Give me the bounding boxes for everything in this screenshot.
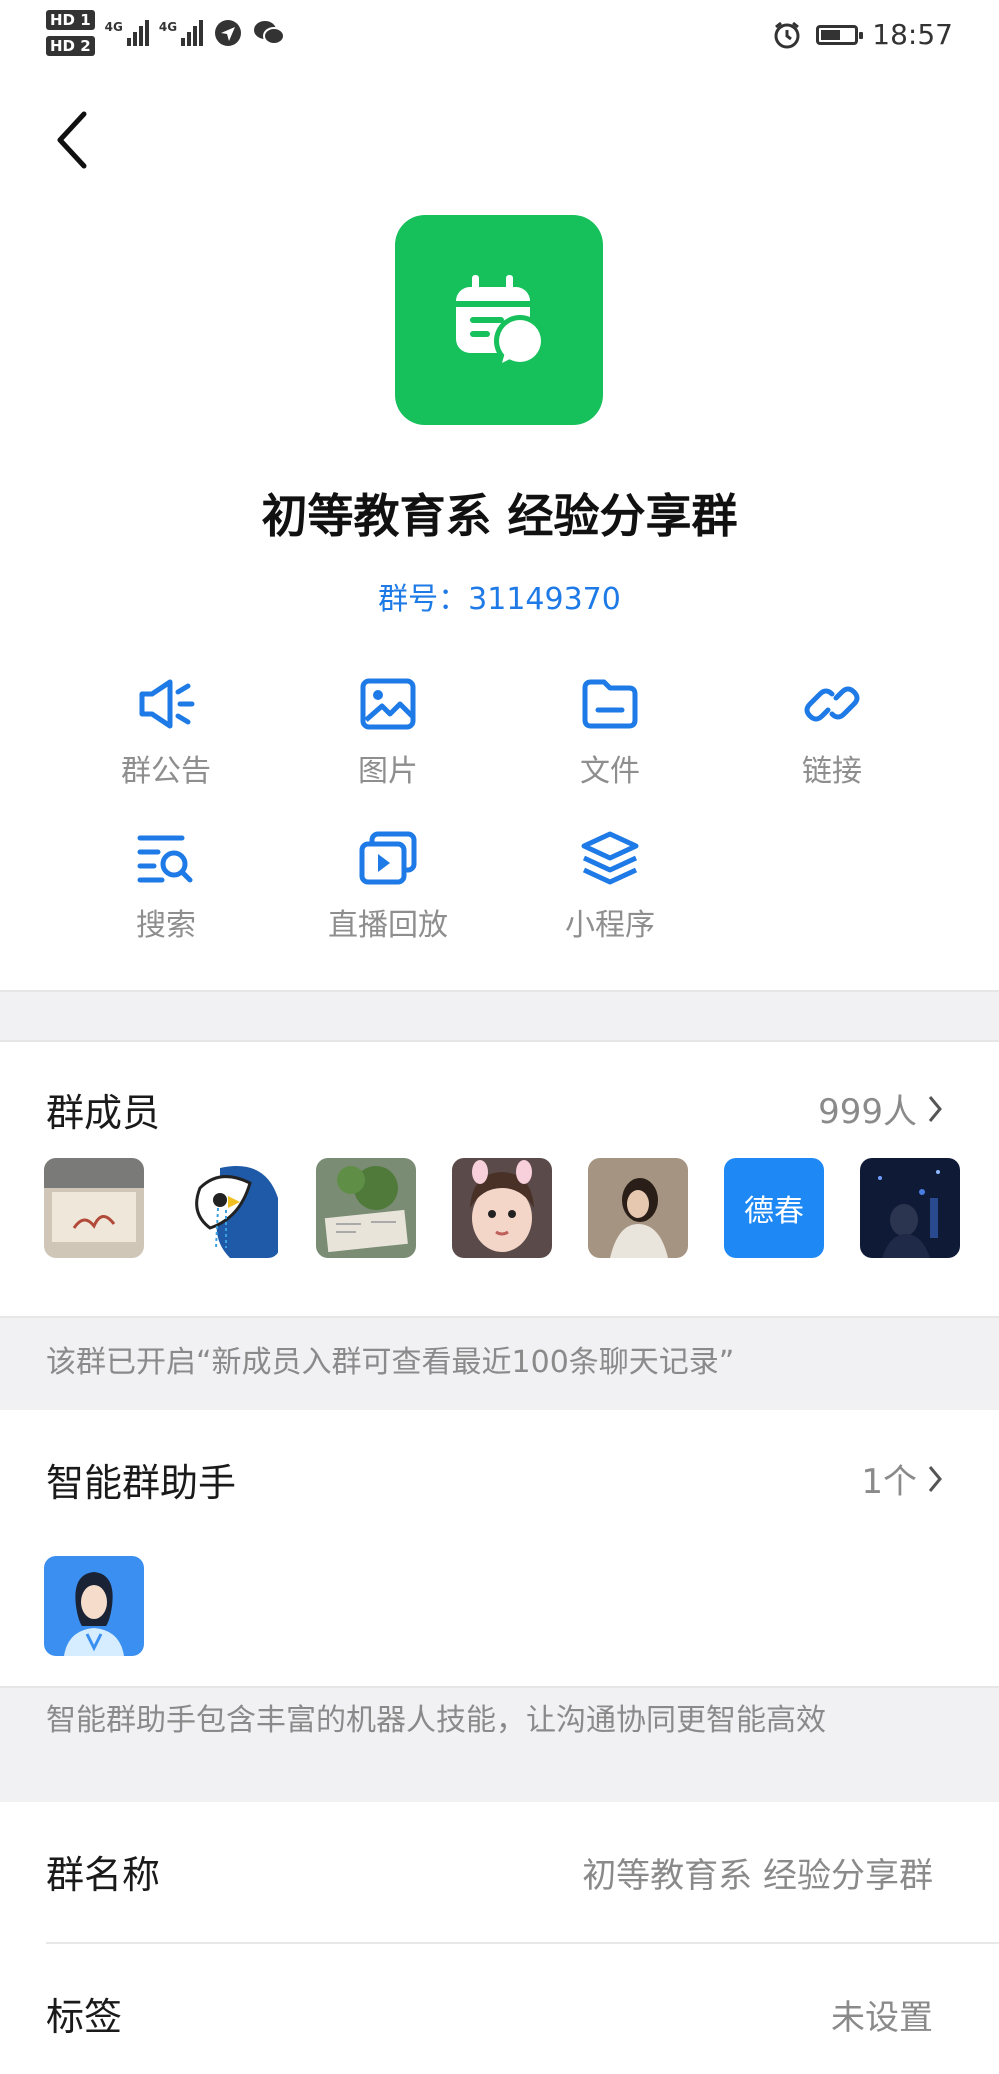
assistant-avatar[interactable] [44, 1556, 144, 1656]
quick-announcement[interactable]: 群公告 [66, 676, 266, 790]
member-initials: 德春 [744, 1194, 804, 1229]
folder-icon [582, 679, 638, 729]
tags-label: 标签 [46, 1995, 123, 2039]
sim2-badge: HD 2 [46, 36, 95, 56]
quick-label: 直播回放 [328, 908, 448, 943]
status-left: HD 1 HD 2 4G 4G [46, 10, 286, 56]
tags-row[interactable]: 标签 未设置 [0, 1944, 999, 2074]
quick-label: 图片 [358, 754, 418, 789]
quick-label: 群公告 [121, 754, 211, 789]
member-avatar[interactable] [860, 1158, 960, 1258]
quick-images[interactable]: 图片 [288, 676, 488, 790]
assistant-title: 智能群助手 [46, 1461, 237, 1505]
network-type-2: 4G [158, 20, 178, 34]
quick-label: 搜索 [136, 908, 196, 943]
group-name-value: 初等教育系 经验分享群 [582, 1856, 933, 1896]
member-avatar[interactable] [44, 1158, 144, 1258]
member-avatar[interactable] [452, 1158, 552, 1258]
location-icon [215, 20, 242, 46]
link-icon [804, 686, 860, 722]
avatar-child [452, 1158, 552, 1258]
signal-icon: 4G [105, 20, 149, 46]
status-right: 18:57 [772, 18, 953, 51]
search-list-icon [137, 835, 193, 883]
quick-live-replay[interactable]: 直播回放 [288, 830, 488, 944]
avatar-bird [180, 1158, 280, 1258]
avatar-girl [588, 1158, 688, 1258]
calendar-chat-icon [456, 275, 546, 367]
back-arrow-icon[interactable] [52, 108, 92, 172]
group-avatar [395, 215, 603, 425]
signal-icon-2: 4G [158, 20, 204, 46]
assistant-section[interactable]: 智能群助手 1个 [0, 1410, 999, 1686]
wechat-icon [254, 21, 286, 45]
members-count-link[interactable]: 999人 [818, 1084, 943, 1133]
member-avatar[interactable] [316, 1158, 416, 1258]
quick-files[interactable]: 文件 [510, 676, 710, 790]
quick-label: 文件 [580, 754, 640, 789]
members-title: 群成员 [46, 1091, 161, 1135]
assistant-count-link[interactable]: 1个 [861, 1454, 943, 1503]
avatar-plant [316, 1158, 416, 1258]
layers-icon [581, 831, 639, 885]
status-bar: HD 1 HD 2 4G 4G 18:57 [0, 0, 999, 78]
network-type-1: 4G [104, 20, 123, 34]
alarm-icon [774, 21, 800, 48]
group-name-row[interactable]: 群名称 初等教育系 经验分享群 [0, 1802, 999, 1942]
members-count: 999人 [818, 1092, 917, 1132]
avatar-night [860, 1158, 960, 1258]
assistant-description: 智能群助手包含丰富的机器人技能，让沟通协同更智能高效 [46, 1703, 826, 1738]
member-avatar-text[interactable]: 德春 [724, 1158, 824, 1258]
history-notice: 该群已开启“新成员入群可查看最近100条聊天记录” [46, 1345, 735, 1380]
chevron-right-icon [928, 1465, 942, 1492]
avatar-photo-1 [44, 1158, 144, 1258]
group-name-title: 初等教育系 经验分享群 [261, 489, 738, 543]
sim1-badge: HD 1 [46, 10, 95, 30]
battery-icon [816, 24, 864, 45]
assistant-avatar-icon [44, 1556, 144, 1656]
quick-label: 小程序 [565, 908, 655, 943]
group-id[interactable]: 群号：31149370 [0, 574, 999, 618]
section-separator [0, 990, 999, 1042]
assistant-notice-band: 智能群助手包含丰富的机器人技能，让沟通协同更智能高效 [0, 1686, 999, 1802]
chevron-right-icon [928, 1095, 942, 1122]
image-icon [360, 678, 416, 730]
quick-label: 链接 [802, 754, 862, 789]
member-avatar[interactable] [588, 1158, 688, 1258]
sim-indicators: HD 1 HD 2 [46, 10, 95, 56]
quick-links[interactable]: 链接 [732, 676, 932, 790]
group-name-label: 群名称 [46, 1853, 161, 1897]
member-notice-band: 该群已开启“新成员入群可查看最近100条聊天记录” [0, 1316, 999, 1410]
clock: 18:57 [872, 18, 953, 51]
tags-value: 未设置 [831, 1998, 933, 2038]
member-avatar[interactable] [180, 1158, 280, 1258]
assistant-count: 1个 [861, 1462, 917, 1502]
quick-search[interactable]: 搜索 [66, 830, 266, 944]
quick-mini-programs[interactable]: 小程序 [510, 830, 710, 944]
announcement-icon [139, 679, 195, 729]
replay-icon [359, 831, 417, 885]
